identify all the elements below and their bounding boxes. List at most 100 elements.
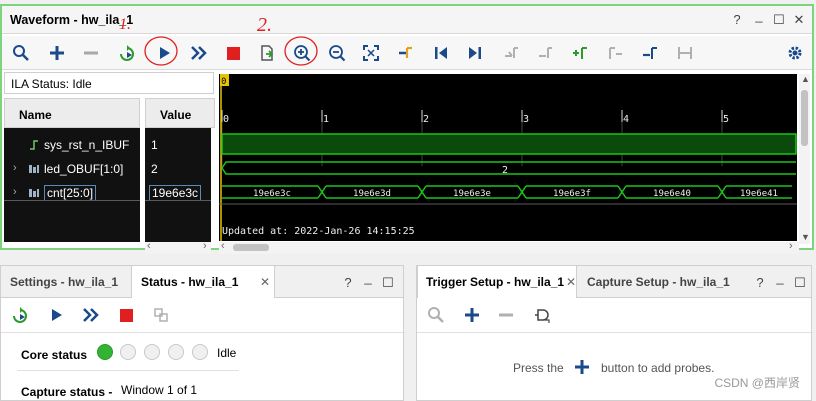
waveform-cnt-value-label: 19e6e3d bbox=[353, 189, 391, 199]
next-marker-icon[interactable] bbox=[639, 42, 661, 64]
name-column-header[interactable]: Name bbox=[4, 98, 140, 128]
scroll-left-icon[interactable]: ‹ bbox=[147, 240, 151, 252]
waveform-updated-text: Updated at: 2022-Jan-26 14:15:25 bbox=[222, 226, 415, 237]
row-divider bbox=[145, 200, 211, 201]
scroll-right-icon[interactable]: › bbox=[203, 240, 207, 252]
ruler-tick-label: 2 bbox=[423, 114, 429, 125]
help-icon[interactable]: ? bbox=[341, 275, 355, 290]
expand-arrow-icon[interactable]: › bbox=[13, 162, 17, 174]
scroll-up-icon[interactable]: ▲ bbox=[801, 74, 810, 84]
signal-value: 19e6e3c bbox=[149, 185, 202, 201]
minimize-icon[interactable]: _ bbox=[752, 8, 766, 23]
bus-signal-icon bbox=[29, 189, 39, 197]
gear-icon[interactable] bbox=[784, 42, 806, 64]
core-status-led bbox=[192, 344, 208, 360]
run-continuous-icon[interactable] bbox=[79, 304, 101, 326]
scroll-right-icon[interactable]: › bbox=[789, 240, 793, 252]
annotation-circle-1 bbox=[144, 36, 178, 66]
ruler-tick-label: 5 bbox=[723, 114, 729, 125]
add-probes-hint-prefix: Press the bbox=[513, 361, 564, 375]
help-icon[interactable]: ? bbox=[730, 12, 744, 27]
go-to-start-icon[interactable] bbox=[430, 42, 452, 64]
tab-trigger-setup[interactable]: Trigger Setup - hw_ila_1 ✕ bbox=[417, 266, 577, 298]
vertical-scrollbar[interactable]: ▲ ▼ bbox=[799, 74, 810, 244]
capture-status-label: Capture status - bbox=[21, 385, 113, 399]
close-icon[interactable]: ✕ bbox=[792, 12, 806, 28]
trigger-marker-label: 0 bbox=[221, 77, 226, 87]
capture-status-value: Window 1 of 1 bbox=[121, 383, 198, 397]
close-tab-icon[interactable]: ✕ bbox=[566, 275, 576, 289]
maximize-icon[interactable]: ☐ bbox=[772, 12, 786, 28]
run-trigger-immediate-icon[interactable] bbox=[9, 304, 31, 326]
scroll-left-icon[interactable]: ‹ bbox=[221, 240, 225, 252]
signal-value-list: 1 2 19e6e3c bbox=[145, 128, 211, 242]
signal-name: sys_rst_n_IBUF bbox=[44, 138, 130, 152]
previous-marker-icon bbox=[604, 42, 626, 64]
go-to-end-icon[interactable] bbox=[464, 42, 486, 64]
run-trigger-immediate-icon[interactable] bbox=[116, 42, 138, 64]
tab-capture-setup[interactable]: Capture Setup - hw_ila_1 bbox=[579, 266, 735, 298]
annotation-1: 1. bbox=[119, 16, 131, 33]
tab-status[interactable]: Status - hw_ila_1 ✕ bbox=[131, 266, 275, 298]
add-icon[interactable] bbox=[46, 42, 68, 64]
waveform-app: Waveform - hw_ila_1 ? _ ☐ ✕ ILA Status: … bbox=[0, 0, 816, 401]
tab-settings[interactable]: Settings - hw_ila_1 bbox=[1, 266, 129, 298]
ila-status-text: ILA Status: Idle bbox=[11, 77, 92, 91]
bus-signal-icon bbox=[29, 165, 39, 173]
go-to-cursor-icon[interactable] bbox=[395, 42, 417, 64]
row-divider bbox=[4, 200, 140, 201]
status-panel-tabs: Settings - hw_ila_1 Status - hw_ila_1 ✕ … bbox=[1, 266, 403, 298]
export-icon[interactable] bbox=[256, 42, 278, 64]
core-status-label: Core status bbox=[21, 348, 88, 362]
waveform-cnt-value-label: 19e6e3f bbox=[553, 189, 591, 199]
close-tab-icon[interactable]: ✕ bbox=[260, 275, 270, 289]
swap-markers-icon bbox=[674, 42, 696, 64]
search-icon[interactable] bbox=[10, 42, 32, 64]
add-probe-inline-icon[interactable] bbox=[571, 356, 593, 378]
maximize-icon[interactable]: ☐ bbox=[793, 275, 807, 291]
ila-status-field: ILA Status: Idle bbox=[4, 72, 214, 94]
copy-icon bbox=[150, 304, 172, 326]
waveform-led-bus-label: 2 bbox=[502, 165, 508, 176]
waveform-canvas[interactable]: 0 1 2 3 4 5 0 2 19e6e3c 19e6e3d 19e6e3e 19e6e3f 19e6… bbox=[219, 74, 797, 241]
signal-row-sys-rst[interactable]: sys_rst_n_IBUF bbox=[4, 134, 140, 156]
stop-icon[interactable] bbox=[115, 304, 137, 326]
minimize-icon[interactable]: _ bbox=[361, 270, 375, 285]
ruler-tick-label: 1 bbox=[323, 114, 329, 125]
value-hscrollbar[interactable]: ‹ › bbox=[145, 240, 211, 254]
expand-arrow-icon[interactable]: › bbox=[13, 186, 17, 198]
waveform-sys-rst-high bbox=[221, 133, 797, 155]
stop-icon[interactable] bbox=[222, 42, 244, 64]
panel-divider bbox=[17, 370, 239, 371]
remove-icon[interactable] bbox=[80, 42, 102, 64]
waveform-cnt-value-label: 19e6e3e bbox=[453, 189, 491, 199]
ruler-tick-label: 4 bbox=[623, 114, 629, 125]
maximize-icon[interactable]: ☐ bbox=[381, 275, 395, 291]
zoom-out-icon[interactable] bbox=[326, 42, 348, 64]
core-status-text: Idle bbox=[217, 346, 237, 360]
waveform-hscrollbar[interactable]: ‹ › bbox=[219, 240, 799, 254]
waveform-cnt-value-label: 19e6e41 bbox=[740, 189, 778, 199]
help-icon[interactable]: ? bbox=[753, 275, 767, 290]
scroll-down-icon[interactable]: ▼ bbox=[801, 232, 810, 242]
add-probe-icon[interactable] bbox=[461, 304, 483, 326]
ruler-tick-label: 3 bbox=[523, 114, 529, 125]
zoom-fit-icon[interactable] bbox=[360, 42, 382, 64]
status-panel: Settings - hw_ila_1 Status - hw_ila_1 ✕ … bbox=[0, 265, 404, 401]
vertical-scroll-thumb[interactable] bbox=[801, 90, 808, 146]
horizontal-scroll-thumb[interactable] bbox=[233, 244, 269, 251]
minimize-icon[interactable]: _ bbox=[773, 270, 787, 285]
run-continuous-icon[interactable] bbox=[187, 42, 209, 64]
trigger-condition-icon[interactable] bbox=[531, 304, 553, 326]
signal-row-led-obuf[interactable]: › led_OBUF[1:0] bbox=[4, 158, 140, 180]
value-column-header[interactable]: Value bbox=[145, 98, 215, 128]
run-trigger-icon[interactable] bbox=[45, 304, 67, 326]
add-marker-icon[interactable] bbox=[569, 42, 591, 64]
core-status-led bbox=[168, 344, 184, 360]
waveform-cnt-value-label: 19e6e40 bbox=[653, 189, 691, 199]
bit-signal-icon bbox=[30, 140, 38, 150]
signal-name-list: sys_rst_n_IBUF › led_OBUF[1:0] › cnt[25:… bbox=[4, 128, 140, 242]
signal-value: 2 bbox=[151, 162, 158, 176]
signal-value: 1 bbox=[151, 138, 158, 152]
waveform-led-bus bbox=[221, 161, 796, 175]
